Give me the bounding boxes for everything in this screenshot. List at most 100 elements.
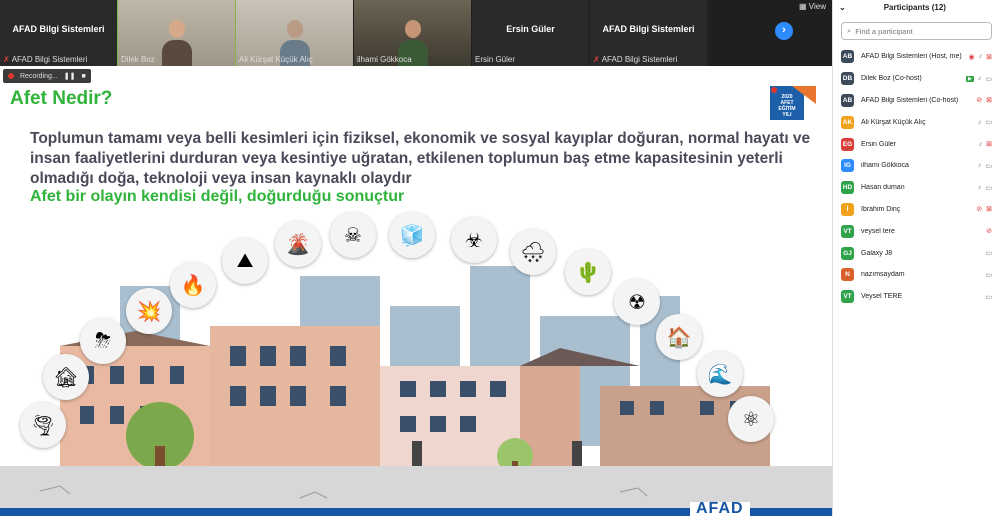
mic-muted-icon[interactable]: ⊘ [976, 205, 982, 213]
avatar: DB [841, 72, 854, 86]
stop-recording-button[interactable]: ■ [81, 73, 85, 80]
tile-caption-text: Ersin Güler [475, 55, 516, 64]
participant-row[interactable]: GJ Galaxy J8 ▭ [833, 242, 1000, 264]
avatar: EG [841, 137, 854, 151]
participant-row[interactable]: EG Ersin Güler ♪ ⊠ [833, 133, 1000, 155]
avatar: AB [841, 93, 854, 107]
volcano-icon: 🌋 [275, 221, 321, 267]
participant-name: ilhami Gökkoca [861, 162, 909, 170]
logo-line: YILI [782, 112, 792, 118]
forest-fire-icon: 🔥 [170, 262, 216, 308]
mic-muted-icon[interactable]: ⊘ [976, 96, 982, 104]
participant-status-icons: ▭ [985, 249, 992, 257]
toxic-hazard-icon: ☠ [330, 212, 376, 258]
participants-header: ⌄ Participants (12) [833, 0, 1000, 14]
next-page-button[interactable]: › [775, 22, 793, 40]
camera-off-icon[interactable]: ⊠ [986, 96, 992, 104]
participant-list: AB AFAD Bilgi Sistemleri (Host, me) ◉ ♪ ⊠ DB D… [833, 46, 1000, 308]
camera-icon[interactable]: ▭ [985, 162, 992, 170]
tile-caption-text: AFAD Bilgi Sistemleri [601, 55, 678, 64]
mic-muted-icon[interactable]: ⊘ [986, 227, 992, 235]
participant-name: AFAD Bilgi Sistemleri (Host, me) [861, 53, 962, 61]
tile-name-large: AFAD Bilgi Sistemleri [602, 24, 695, 34]
participant-name: veysel tere [861, 227, 895, 235]
participant-row[interactable]: İ İbrahim Dinç ⊘ ⊠ [833, 199, 1000, 221]
camera-icon[interactable]: ▭ [985, 271, 992, 279]
participant-row[interactable]: AK Ali Kürşat Küçük Alıç ♪ ▭ [833, 111, 1000, 133]
participant-search-input[interactable]: ⌕ Find a participant [841, 22, 992, 40]
camera-icon[interactable]: ▭ [985, 249, 992, 257]
participant-row[interactable]: VT Veysel TERE ▭ [833, 286, 1000, 308]
camera-off-icon[interactable]: ⊠ [986, 53, 992, 61]
tile-caption: ✗ AFAD Bilgi Sistemleri [3, 55, 87, 64]
collapse-chevron-icon[interactable]: ⌄ [839, 3, 846, 12]
avatar: AK [841, 115, 854, 129]
grid-icon: ▦ [799, 2, 807, 11]
mic-muted-icon: ✗ [3, 55, 10, 64]
camera-icon[interactable]: ▭ [985, 293, 992, 301]
camera-icon[interactable]: ▭ [985, 184, 992, 192]
participant-name: Veysel TERE [861, 293, 903, 301]
participant-status-icons: ◉ ♪ ⊠ [969, 53, 992, 61]
participant-row[interactable]: AB AFAD Bilgi Sistemleri (Co-host) ⊘ ⊠ [833, 90, 1000, 112]
participant-row[interactable]: Nnazımsaydam ▭ [833, 264, 1000, 286]
participant-status-icons: ▶ ♪ ▭ [966, 75, 992, 83]
radiation-icon: ☢ [614, 279, 660, 325]
chemical-hazard-icon: ⚛ [728, 396, 774, 442]
storm-icon: ⛈ [80, 318, 126, 364]
video-tile[interactable]: ilhami Gökkoca [354, 0, 471, 66]
camera-off-icon[interactable]: ⊠ [986, 205, 992, 213]
participant-row[interactable]: VT veysel tere ⊘ [833, 220, 1000, 242]
participant-row[interactable]: HD Hasan duman ♪ ▭ [833, 177, 1000, 199]
landslide-icon: ⛰ [222, 238, 268, 284]
search-placeholder: Find a participant [855, 26, 913, 36]
mic-icon[interactable]: ♪ [979, 53, 983, 60]
camera-off-icon[interactable]: ⊠ [986, 140, 992, 148]
pause-recording-button[interactable]: ❚❚ [64, 72, 76, 80]
participant-row[interactable]: IG ilhami Gökkoca ♪ ▭ [833, 155, 1000, 177]
video-tile[interactable]: Ersin Güler Ersin Güler [472, 0, 589, 66]
afet-egitim-yili-logo: 2020 AFET EĞİTİM YILI [770, 86, 816, 120]
video-tile[interactable]: Ali Kürşat Küçük Alıç [236, 0, 353, 66]
video-tile[interactable]: Dilek Boz [117, 0, 236, 67]
participant-row[interactable]: DB Dilek Boz (Co-host) ▶ ♪ ▭ [833, 68, 1000, 90]
participant-status-icons: ▭ [985, 293, 992, 301]
afad-footer-logo: AFAD [690, 501, 750, 516]
video-tile[interactable]: AFAD Bilgi Sistemleri ✗ AFAD Bilgi Sistem… [590, 0, 707, 66]
participant-name: Ersin Güler [861, 140, 897, 148]
avatar: VT [841, 290, 854, 304]
mic-icon[interactable]: ♪ [978, 75, 982, 82]
search-icon: ⌕ [847, 26, 852, 35]
slide-title: Afet Nedir? [10, 88, 113, 109]
mic-icon[interactable]: ♪ [978, 184, 982, 191]
participant-name: AFAD Bilgi Sistemleri (Co-host) [861, 96, 959, 104]
participant-row[interactable]: AB AFAD Bilgi Sistemleri (Host, me) ◉ ♪ ⊠ [833, 46, 1000, 68]
participant-status-icons: ⊘ ⊠ [976, 96, 992, 104]
mic-icon[interactable]: ♪ [979, 141, 983, 148]
participants-panel: ⌄ Participants (12) ⌕ Find a participant… [832, 0, 1000, 516]
logo-line: EĞİTİM [778, 104, 795, 112]
flooded-house-icon: 🏚 [43, 354, 89, 400]
avatar: N [841, 268, 854, 282]
tile-caption: ✗ AFAD Bilgi Sistemleri [593, 55, 677, 64]
mic-icon[interactable]: ♪ [978, 162, 982, 169]
mic-muted-icon: ✗ [593, 55, 600, 64]
participant-name: Ali Kürşat Küçük Alıç [861, 118, 926, 126]
tile-caption: Ali Kürşat Küçük Alıç [239, 55, 313, 64]
view-button[interactable]: ▦ View [799, 2, 826, 11]
participant-status-icons: ▭ [985, 271, 992, 279]
recording-eye-icon: ◉ [968, 53, 975, 61]
participant-name: Galaxy J8 [861, 249, 893, 257]
slide-definition-text: Toplumun tamamı veya belli kesimleri içi… [30, 130, 811, 187]
avatar: GJ [841, 246, 854, 260]
video-tile[interactable]: AFAD Bilgi Sistemleri ✗ AFAD Bilgi Sistem… [0, 0, 117, 66]
recording-indicator: Recording... ❚❚ ■ [3, 69, 91, 83]
participant-status-icons: ♪ ▭ [978, 184, 992, 192]
participants-title: Participants (12) [883, 2, 946, 12]
participant-name: Hasan duman [861, 184, 905, 192]
camera-icon[interactable]: ▭ [985, 75, 992, 83]
slide-highlight-text: Afet bir olayın kendisi değil, doğurduğu… [30, 188, 405, 205]
participant-status-icons: ♪ ⊠ [979, 140, 992, 149]
mic-icon[interactable]: ♪ [978, 119, 982, 126]
camera-icon[interactable]: ▭ [985, 118, 992, 126]
